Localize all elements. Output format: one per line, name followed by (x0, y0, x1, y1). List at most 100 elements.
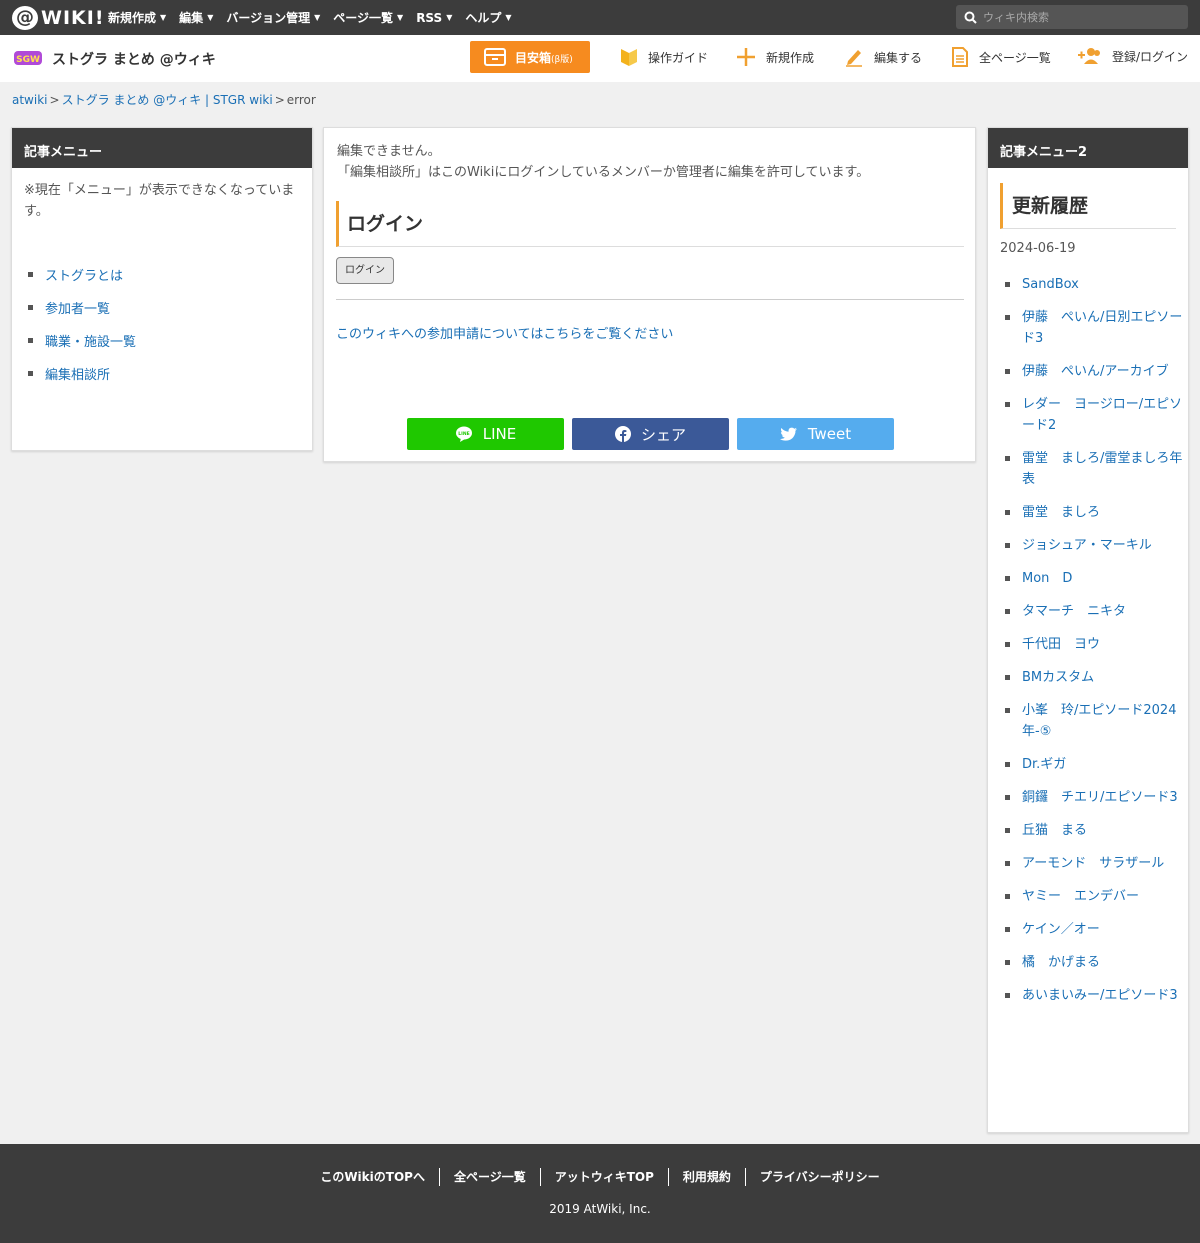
list-item: あいまいみー/エピソード3 (1005, 985, 1183, 1006)
edit-link[interactable]: 編集する (844, 47, 922, 67)
all-pages-link[interactable]: 全ページ一覧 (951, 47, 1051, 67)
caret-down-icon: ▼ (446, 13, 453, 22)
recent-link[interactable]: ケイン／オー (1022, 919, 1100, 940)
list-item: Dr.ギガ (1005, 754, 1183, 775)
recent-changes-heading: 更新履歴 (1000, 183, 1176, 229)
site-title[interactable]: ストグラ まとめ @ウィキ (52, 49, 216, 69)
list-item: 編集相談所 (28, 357, 312, 390)
line-icon: LINE (455, 426, 472, 442)
list-item: 橘 かげまる (1005, 952, 1183, 973)
list-item: 千代田 ヨウ (1005, 634, 1183, 655)
recent-link[interactable]: 伊藤 ぺいん/日別エピソード3 (1022, 307, 1183, 349)
logo-text: WIKI! (41, 6, 105, 29)
recent-link[interactable]: 雷堂 ましろ (1022, 502, 1100, 523)
recent-link[interactable]: 伊藤 ぺいん/アーカイブ (1022, 361, 1169, 382)
breadcrumb-wiki[interactable]: ストグラ まとめ @ウィキ | STGR wiki (62, 93, 273, 107)
list-item: タマーチ ニキタ (1005, 601, 1183, 622)
bullet (28, 338, 33, 343)
recent-link[interactable]: ジョシュア・マーキル (1022, 535, 1152, 556)
recent-link[interactable]: アーモンド サラザール (1022, 853, 1164, 874)
login-button[interactable]: ログイン (336, 257, 394, 284)
menu-link-about[interactable]: ストグラとは (45, 265, 123, 284)
recent-link[interactable]: Mon D (1022, 568, 1072, 589)
caret-down-icon: ▼ (505, 13, 512, 22)
left-menu: 記事メニュー ※現在「メニュー」が表示できなくなっています。 ストグラとは 参加… (11, 127, 313, 451)
list-item: 参加者一覧 (28, 291, 312, 324)
list-item: 小峯 玲/エピソード2024年-⑤ (1005, 700, 1183, 742)
join-request-link[interactable]: このウィキへの参加申請についてはこちらをご覧ください (336, 323, 673, 342)
error-line-1: 編集できません。 (337, 144, 441, 159)
search-input[interactable] (983, 10, 1183, 24)
atwiki-logo[interactable]: @ WIKI! (12, 5, 104, 30)
caret-down-icon: ▼ (397, 13, 404, 22)
error-message: 編集できません。 「編集相談所」はこのWikiにログインしているメンバーか管理者… (337, 141, 869, 183)
add-user-icon (1078, 48, 1100, 64)
menu-notice: ※現在「メニュー」が表示できなくなっています。 (24, 183, 295, 219)
footer-link-privacy[interactable]: プライバシーポリシー (746, 1168, 894, 1186)
recent-link[interactable]: レダー ヨージロー/エピソード2 (1022, 394, 1183, 436)
top-bar: @ WIKI! 新規作成 ▼ 編集 ▼ バージョン管理 ▼ ページ一覧 ▼ RSS ▼ ヘ… (0, 0, 1200, 35)
list-item: ケイン／オー (1005, 919, 1183, 940)
recent-link[interactable]: ヤミー エンデバー (1022, 886, 1139, 907)
menu-link-consult[interactable]: 編集相談所 (45, 364, 110, 383)
recent-link[interactable]: Dr.ギガ (1022, 754, 1066, 775)
main-content: 編集できません。 「編集相談所」はこのWikiにログインしているメンバーか管理者… (323, 127, 976, 462)
recent-link[interactable]: 銅鑼 チエリ/エピソード3 (1022, 787, 1178, 808)
top-nav: 新規作成 ▼ 編集 ▼ バージョン管理 ▼ ページ一覧 ▼ RSS ▼ ヘルプ ▼ (108, 0, 512, 35)
bullet (28, 272, 33, 277)
recent-link[interactable]: 丘猫 まる (1022, 820, 1087, 841)
login-link[interactable]: 登録/ログイン (1078, 47, 1188, 65)
topnav-rss[interactable]: RSS ▼ (416, 11, 452, 25)
list-item: ヤミー エンデバー (1005, 886, 1183, 907)
svg-text:SGW: SGW (16, 55, 40, 65)
new-page-link[interactable]: 新規作成 (736, 47, 814, 67)
recent-link[interactable]: BMカスタム (1022, 667, 1094, 688)
recent-link[interactable]: タマーチ ニキタ (1022, 601, 1126, 622)
beginner-icon (621, 49, 637, 66)
caret-down-icon: ▼ (314, 13, 321, 22)
list-item: 伊藤 ぺいん/アーカイブ (1005, 361, 1183, 382)
caret-down-icon: ▼ (160, 13, 167, 22)
inbox-icon (484, 48, 506, 66)
left-menu-title: 記事メニュー (12, 128, 312, 168)
recent-link[interactable]: 小峯 玲/エピソード2024年-⑤ (1022, 700, 1183, 742)
recent-link[interactable]: 千代田 ヨウ (1022, 634, 1100, 655)
guide-link[interactable]: 操作ガイド (620, 47, 708, 67)
breadcrumb: atwiki > ストグラ まとめ @ウィキ | STGR wiki > error (12, 93, 316, 107)
line-share-button[interactable]: LINE LINE (407, 418, 564, 450)
at-icon: @ (12, 5, 38, 30)
error-line-2: 「編集相談所」はこのWikiにログインしているメンバーか管理者に編集を許可してい… (337, 165, 870, 180)
topnav-new[interactable]: 新規作成 ▼ (108, 9, 166, 26)
twitter-bird-icon (779, 427, 797, 441)
list-item: 伊藤 ぺいん/日別エピソード3 (1005, 307, 1183, 349)
topnav-edit[interactable]: 編集 ▼ (179, 9, 213, 26)
list-item: 雷堂 ましろ/雷堂ましろ年表 (1005, 448, 1183, 490)
site-logo-icon[interactable]: SGW (13, 47, 43, 69)
left-menu-list: ストグラとは 参加者一覧 職業・施設一覧 編集相談所 (12, 222, 312, 390)
topnav-version[interactable]: バージョン管理 ▼ (226, 9, 320, 26)
list-item: 職業・施設一覧 (28, 324, 312, 357)
recent-link[interactable]: 橘 かげまる (1022, 952, 1100, 973)
topnav-help[interactable]: ヘルプ ▼ (465, 9, 511, 26)
twitter-share-button[interactable]: Tweet (737, 418, 894, 450)
recent-link[interactable]: SandBox (1022, 274, 1079, 295)
meyasu-label: 目安箱(β版) (515, 50, 573, 65)
divider (336, 299, 964, 300)
site-header: SGW ストグラ まとめ @ウィキ 目安箱(β版) 操作ガイド 新規作成 編集す… (0, 35, 1200, 82)
meyasu-button[interactable]: 目安箱(β版) (470, 41, 590, 73)
breadcrumb-atwiki[interactable]: atwiki (12, 93, 48, 107)
facebook-share-button[interactable]: シェア (572, 418, 729, 450)
footer-link-wiki-top[interactable]: このWikiのTOPへ (306, 1168, 440, 1186)
login-heading: ログイン (336, 201, 964, 247)
list-item: 雷堂 ましろ (1005, 502, 1183, 523)
menu-link-members[interactable]: 参加者一覧 (45, 298, 110, 317)
recent-link[interactable]: あいまいみー/エピソード3 (1022, 985, 1178, 1006)
footer-link-terms[interactable]: 利用規約 (669, 1168, 746, 1186)
bullet (28, 371, 33, 376)
footer-link-atwiki-top[interactable]: アットウィキTOP (541, 1168, 669, 1186)
list-item: BMカスタム (1005, 667, 1183, 688)
recent-link[interactable]: 雷堂 ましろ/雷堂ましろ年表 (1022, 448, 1183, 490)
footer-link-all-pages[interactable]: 全ページ一覧 (440, 1168, 541, 1186)
menu-link-jobs[interactable]: 職業・施設一覧 (45, 331, 136, 350)
topnav-pages[interactable]: ページ一覧 ▼ (333, 9, 403, 26)
